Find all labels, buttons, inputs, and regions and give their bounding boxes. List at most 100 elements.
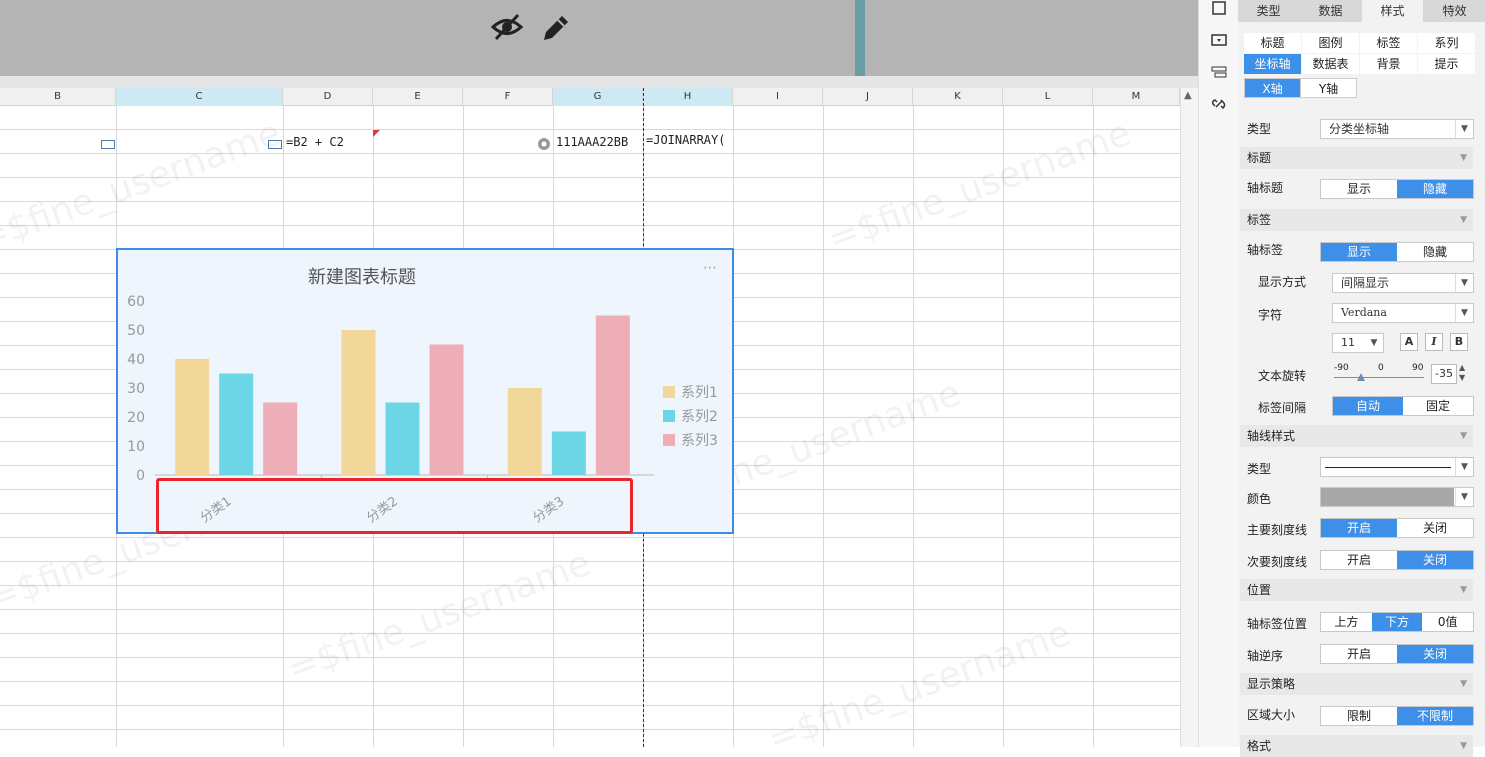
cell-g-value[interactable]: 111AAA22BB [556, 135, 628, 149]
vertical-scrollbar[interactable]: ▲ [1180, 88, 1198, 747]
cell-element-icon[interactable] [1211, 0, 1227, 16]
col-header-g[interactable]: G [553, 88, 643, 106]
axis-type-select[interactable]: 分类坐标轴 ▼ [1320, 119, 1474, 139]
cell-h-formula[interactable]: =JOINARRAY( [646, 133, 732, 147]
chart-title: 新建图表标题 [308, 267, 416, 288]
interval-auto[interactable]: 自动 [1333, 397, 1403, 415]
major-tick-off[interactable]: 关闭 [1397, 519, 1473, 537]
label-pos-bottom[interactable]: 下方 [1371, 613, 1423, 631]
subtab-datatable[interactable]: 数据表 [1302, 54, 1359, 74]
font-family-select[interactable]: Verdana ▼ [1332, 303, 1474, 323]
col-header-d[interactable]: D [283, 88, 373, 106]
collapse-icon: ▼ [1460, 741, 1467, 751]
section-label[interactable]: 标签 ▼ [1240, 209, 1473, 231]
chevron-down-icon: ▼ [1370, 338, 1378, 348]
rotation-label: 文本旋转 [1258, 369, 1307, 383]
subtab-legend[interactable]: 图例 [1302, 33, 1359, 53]
line-color-select[interactable]: ▼ [1320, 487, 1474, 507]
cell-checkbox-b[interactable] [101, 140, 115, 149]
subtab-label[interactable]: 标签 [1360, 33, 1417, 53]
section-axis-line-label: 轴线样式 [1247, 429, 1296, 443]
watermark: =$fine_username [822, 112, 1137, 261]
subtab-x-axis[interactable]: X轴 [1244, 78, 1301, 98]
font-size-select[interactable]: 11 ▼ [1332, 333, 1384, 353]
subtab-axis[interactable]: 坐标轴 [1244, 54, 1301, 74]
rotation-slider-track[interactable] [1334, 377, 1424, 378]
axis-title-hide[interactable]: 隐藏 [1397, 180, 1473, 198]
col-header-f[interactable]: F [463, 88, 553, 106]
rotation-stepper[interactable]: ▲ ▼ [1459, 363, 1465, 383]
subtab-background[interactable]: 背景 [1360, 54, 1417, 74]
reverse-toggle[interactable]: 开启 关闭 [1320, 644, 1474, 664]
edit-pencil-icon[interactable] [540, 12, 572, 44]
side-toolstrip [1198, 0, 1238, 747]
y-tick-label: 10 [127, 439, 145, 455]
axis-title-toggle[interactable]: 显示 隐藏 [1320, 179, 1474, 199]
section-format[interactable]: 格式 ▼ [1240, 735, 1473, 757]
section-position[interactable]: 位置 ▼ [1240, 579, 1473, 601]
minor-tick-toggle[interactable]: 开启 关闭 [1320, 550, 1474, 570]
cell-d-formula[interactable]: =B2 + C2 [286, 135, 344, 149]
col-header-m[interactable]: M [1093, 88, 1180, 106]
hide-eye-icon[interactable] [490, 12, 524, 42]
interval-fixed[interactable]: 固定 [1403, 397, 1473, 415]
gear-icon[interactable] [536, 136, 552, 152]
bar-2-2 [385, 402, 420, 475]
condition-icon[interactable] [1211, 64, 1227, 80]
scroll-up-icon[interactable]: ▲ [1184, 90, 1192, 101]
minor-tick-on[interactable]: 开启 [1321, 551, 1397, 569]
axis-label-toggle[interactable]: 显示 隐藏 [1320, 242, 1474, 262]
bar-chart[interactable]: 新建图表标题 0 10 20 30 40 50 60 分类1 分类2 分类3 系列1 系列2 系列3 ⋯ [116, 248, 734, 534]
subtab-title[interactable]: 标题 [1244, 33, 1301, 53]
line-type-select[interactable]: ▼ [1320, 457, 1474, 477]
tab-style[interactable]: 样式 [1362, 0, 1423, 22]
section-title[interactable]: 标题 ▼ [1240, 147, 1473, 169]
label-pos-zero[interactable]: 0值 [1422, 613, 1473, 631]
label-position-toggle[interactable]: 上方 下方 0值 [1320, 612, 1474, 632]
major-tick-toggle[interactable]: 开启 关闭 [1320, 518, 1474, 538]
color-label: 颜色 [1247, 492, 1272, 506]
col-header-j[interactable]: J [823, 88, 913, 106]
major-tick-on[interactable]: 开启 [1321, 519, 1397, 537]
col-header-c[interactable]: C [116, 88, 283, 106]
display-mode-select[interactable]: 间隔显示 ▼ [1332, 273, 1474, 293]
minor-tick-off[interactable]: 关闭 [1397, 551, 1473, 569]
subtab-series[interactable]: 系列 [1418, 33, 1475, 53]
section-axis-line[interactable]: 轴线样式 ▼ [1240, 425, 1473, 447]
area-unlimit[interactable]: 不限制 [1397, 707, 1473, 725]
widget-icon[interactable] [1211, 32, 1227, 48]
col-header-i[interactable]: I [733, 88, 823, 106]
subtab-y-axis[interactable]: Y轴 [1300, 78, 1357, 98]
subtab-tooltip[interactable]: 提示 [1418, 54, 1475, 74]
italic-button[interactable]: I [1425, 333, 1443, 351]
reverse-on[interactable]: 开启 [1321, 645, 1397, 663]
col-header-k[interactable]: K [913, 88, 1003, 106]
area-size-toggle[interactable]: 限制 不限制 [1320, 706, 1474, 726]
rotation-input[interactable]: -35 [1431, 364, 1457, 384]
legend-swatch-2 [663, 410, 675, 422]
col-header-h[interactable]: H [643, 88, 733, 106]
col-header-b[interactable]: B [0, 88, 116, 106]
interval-toggle[interactable]: 自动 固定 [1332, 396, 1474, 416]
col-header-e[interactable]: E [373, 88, 463, 106]
font-color-button[interactable]: A [1400, 333, 1418, 351]
area-limit[interactable]: 限制 [1321, 707, 1397, 725]
bar-1-1 [175, 359, 210, 475]
rotation-max: 90 [1412, 363, 1424, 373]
bold-button[interactable]: B [1450, 333, 1468, 351]
axis-label-show[interactable]: 显示 [1321, 243, 1397, 261]
label-pos-top[interactable]: 上方 [1321, 613, 1372, 631]
tab-data[interactable]: 数据 [1300, 0, 1361, 22]
font-size-value: 11 [1341, 336, 1355, 349]
cell-checkbox-c[interactable] [268, 140, 282, 149]
col-header-l[interactable]: L [1003, 88, 1093, 106]
axis-title-show[interactable]: 显示 [1321, 180, 1397, 198]
section-strategy[interactable]: 显示策略 ▼ [1240, 673, 1473, 695]
y-tick-label: 50 [127, 323, 145, 339]
reverse-off[interactable]: 关闭 [1397, 645, 1473, 663]
tab-type[interactable]: 类型 [1238, 0, 1299, 22]
axis-label-hide[interactable]: 隐藏 [1397, 243, 1473, 261]
link-icon[interactable] [1211, 96, 1227, 112]
tab-effects[interactable]: 特效 [1424, 0, 1485, 22]
chart-more-icon[interactable]: ⋯ [703, 260, 718, 276]
